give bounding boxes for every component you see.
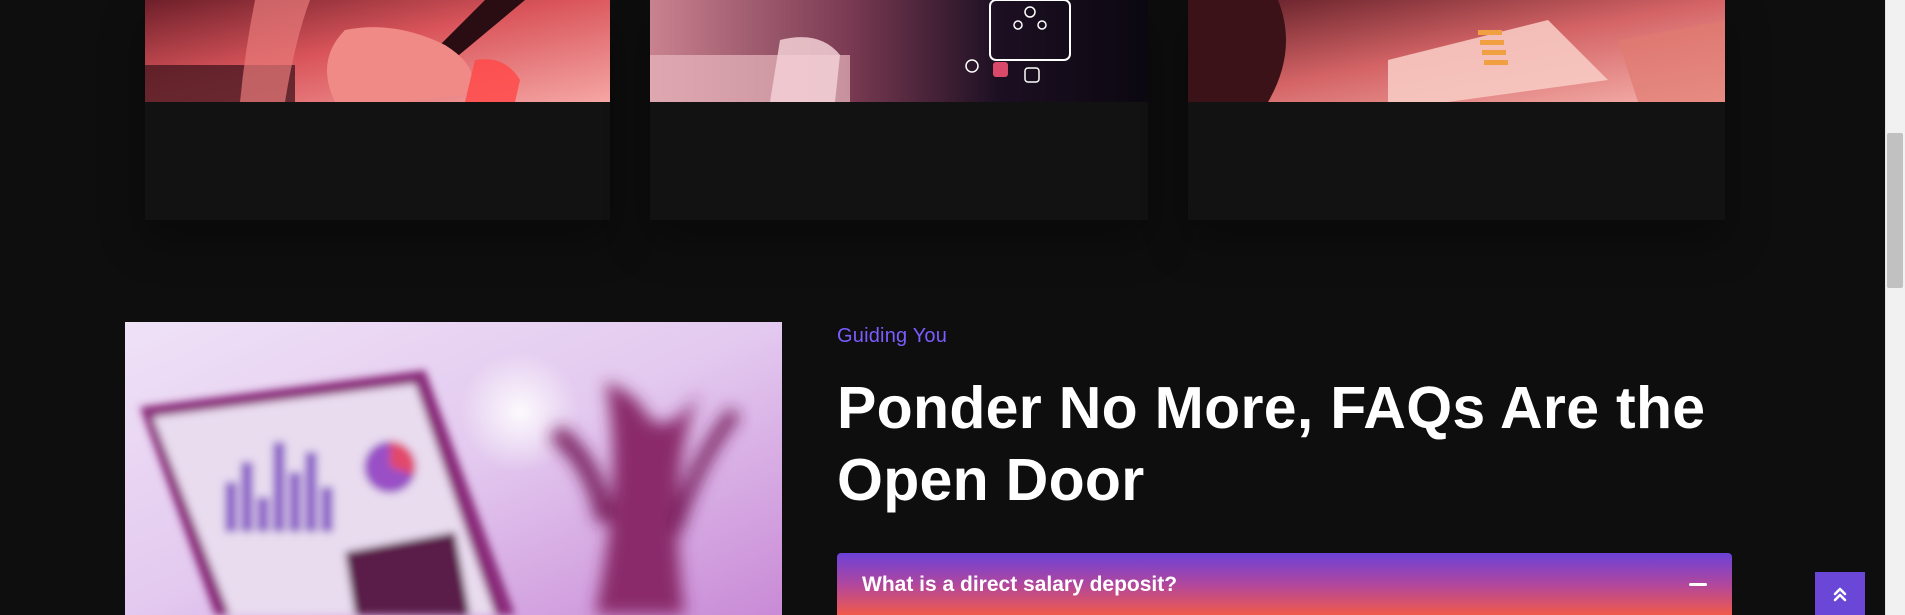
card-image-tablet-graphic [145,0,610,102]
section-eyebrow: Guiding You [837,325,948,347]
card-image-business-documents-graphic [1188,0,1725,102]
section-heading: Ponder No More, FAQs Are the Open Door [837,375,1706,513]
card-image-digital-interface[interactable] [650,0,1148,102]
double-chevron-up-icon [1833,587,1847,601]
faq-item[interactable]: What is a direct salary deposit? [837,553,1732,615]
faq-image-laptop [125,322,782,615]
back-to-top-button[interactable] [1815,572,1865,615]
faq-question[interactable]: What is a direct salary deposit? [862,571,1688,597]
card-image-tablet[interactable] [145,0,610,102]
faq-image-laptop-graphic [125,322,782,615]
scrollbar-track[interactable] [1885,0,1905,615]
card-image-business-documents[interactable] [1188,0,1725,102]
minus-icon[interactable] [1688,574,1708,594]
scrollbar-thumb[interactable] [1887,133,1903,288]
card-image-digital-interface-graphic [650,0,1148,102]
